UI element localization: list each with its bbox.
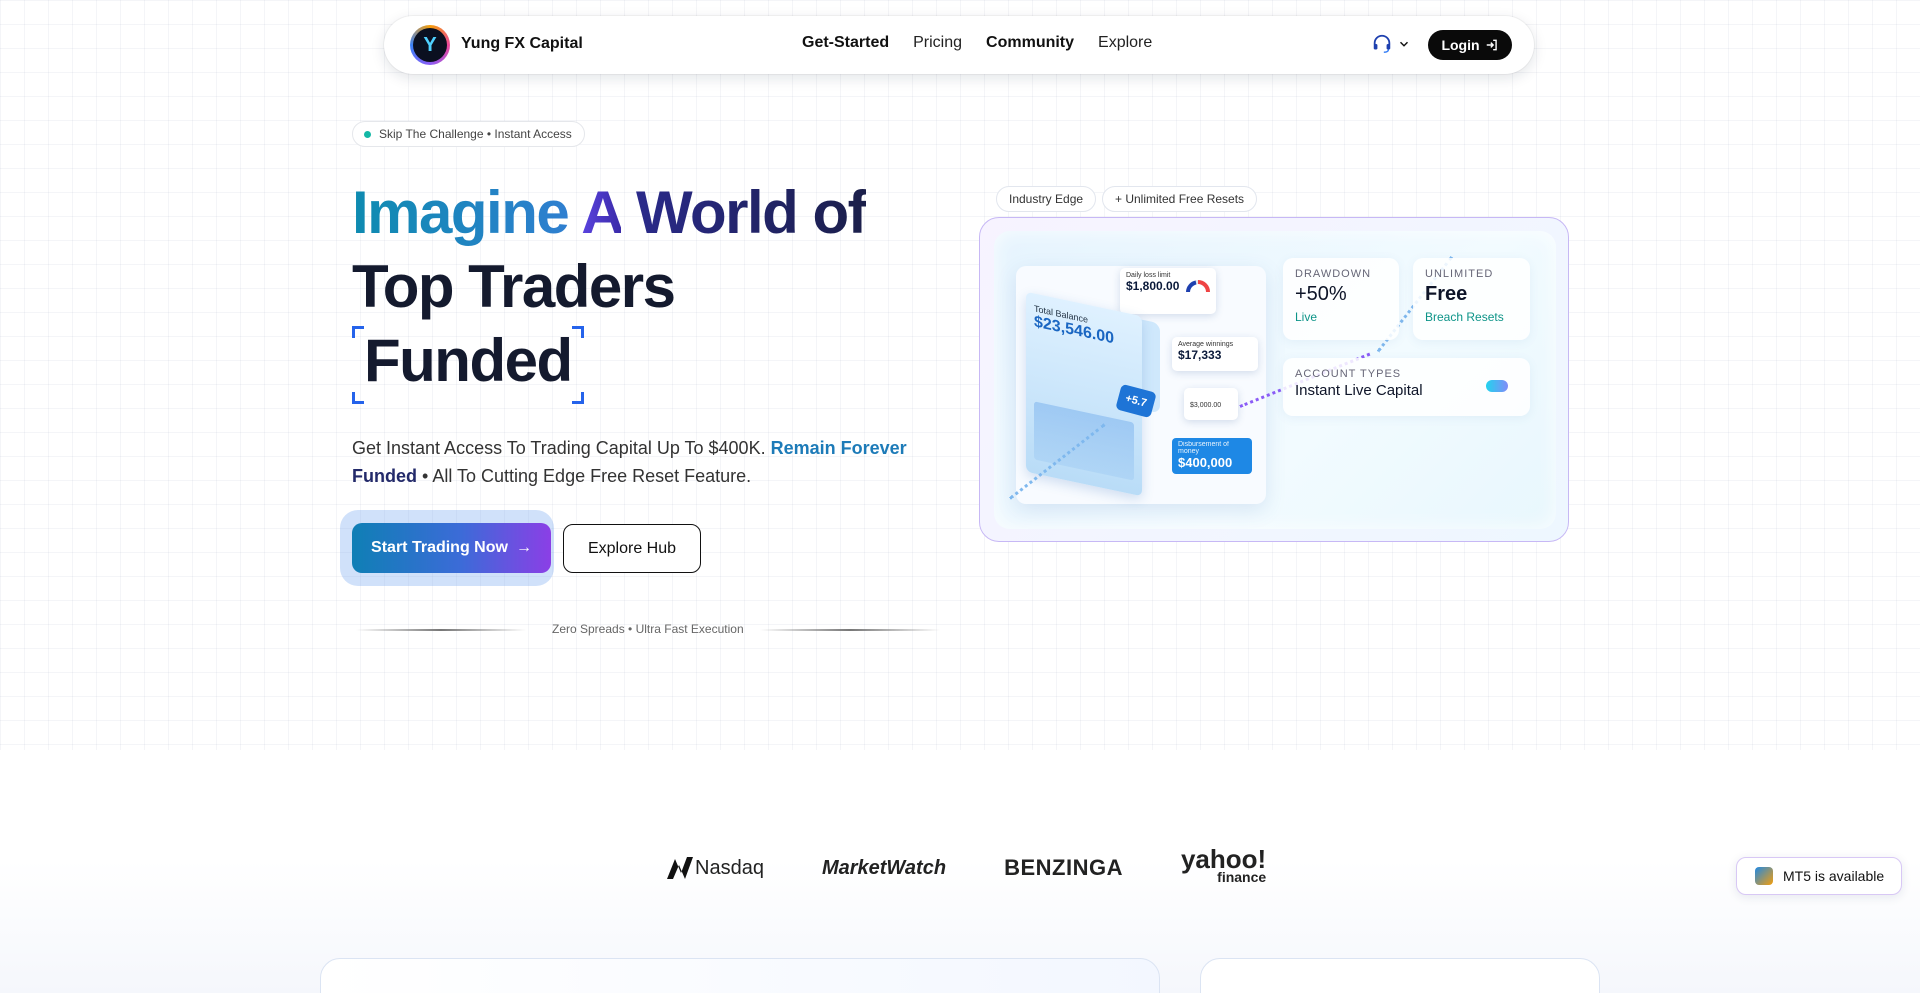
headline-funded-frame: Funded [352, 324, 584, 404]
subtitle-highlight-2: Funded [352, 466, 417, 486]
mt5-icon [1755, 867, 1773, 885]
gauge-icon [1186, 280, 1210, 293]
login-button[interactable]: Login [1428, 30, 1512, 60]
feature-panel-right [1200, 958, 1600, 993]
hero-badge-text: Skip The Challenge • Instant Access [379, 127, 572, 141]
small-value-widget: $3,000.00 [1184, 388, 1238, 420]
nav-link-community[interactable]: Community [986, 34, 1074, 52]
subtitle-part-2: • All To Cutting Edge Free Reset Feature… [422, 466, 752, 486]
payout-label: Disbursement of money [1178, 441, 1229, 455]
unlimited-caption: UNLIMITED [1425, 268, 1494, 280]
drawdown-value: +50% [1295, 283, 1347, 305]
start-trading-button[interactable]: Start Trading Now → [352, 523, 551, 573]
support-menu[interactable] [1371, 33, 1411, 55]
nav-link-pricing[interactable]: Pricing [913, 34, 962, 52]
top-navbar: Y Yung FX Capital Get-Started Pricing Co… [384, 16, 1534, 74]
account-types-stat: ACCOUNT TYPES Instant Live Capital [1283, 358, 1530, 416]
account-types-value: Instant Live Capital [1295, 382, 1423, 399]
nav-link-explore[interactable]: Explore [1098, 34, 1152, 52]
feature-panel-left [320, 958, 1160, 993]
arrow-right-icon: → [515, 539, 532, 556]
login-icon [1486, 39, 1497, 51]
drawdown-caption: DRAWDOWN [1295, 268, 1372, 280]
headline-line-2: Top Traders [352, 253, 676, 320]
status-dot-icon [364, 131, 371, 138]
benzinga-logo: BENZINGA [1004, 855, 1123, 880]
nasdaq-text: Nasdaq [695, 856, 764, 879]
hero-subtitle: Get Instant Access To Trading Capital Up… [352, 434, 912, 490]
headline-word-a: A [581, 179, 622, 246]
avg-winnings-widget: Average winnings $17,333 [1172, 337, 1258, 371]
daily-loss-widget: Daily loss limit $1,800.00 [1120, 268, 1216, 314]
toggle-icon [1486, 380, 1508, 392]
nasdaq-mark-icon [667, 857, 693, 879]
headset-icon [1373, 34, 1391, 53]
hero-badge: Skip The Challenge • Instant Access [352, 121, 585, 147]
brand-logo-letter: Y [413, 28, 447, 62]
divider-left [356, 629, 526, 631]
start-trading-label: Start Trading Now [371, 539, 508, 556]
explore-hub-button[interactable]: Explore Hub [563, 524, 701, 573]
login-label: Login [1441, 37, 1480, 53]
small-value: $3,000.00 [1190, 402, 1222, 409]
subtitle-highlight-1: Remain Forever [770, 438, 907, 458]
yahoo-finance-logo: yahoo! finance [1181, 846, 1266, 886]
payout-widget: Disbursement of money $400,000 [1172, 438, 1252, 474]
drawdown-foot: Live [1295, 310, 1318, 324]
hero-headline: Imagine A World of Top Traders Funded [352, 176, 868, 404]
headline-line-3: Funded [364, 327, 573, 394]
brand-logo[interactable]: Y [410, 25, 450, 65]
headline-word-imagine: Imagine [352, 179, 570, 246]
brand-name[interactable]: Yung FX Capital [461, 35, 583, 53]
account-types-caption: ACCOUNT TYPES [1295, 368, 1402, 380]
nasdaq-logo: Nasdaq [665, 855, 764, 881]
divider-text: Zero Spreads • Ultra Fast Execution [552, 622, 744, 636]
nav-link-get-started[interactable]: Get-Started [802, 34, 889, 52]
unlimited-stat: UNLIMITED Free Breach Resets [1413, 258, 1530, 340]
marketwatch-logo: MarketWatch [821, 856, 947, 879]
divider-right [760, 629, 940, 631]
avg-winnings-value: $17,333 [1178, 348, 1222, 362]
grid-background [0, 0, 1920, 750]
unlimited-value: Free [1425, 283, 1468, 305]
tag-industry-edge: Industry Edge [996, 186, 1097, 212]
avg-winnings-label: Average winnings [1178, 341, 1234, 348]
press-logos: Nasdaq MarketWatch BENZINGA yahoo! finan… [665, 846, 1324, 886]
headline-word-world: World of [635, 179, 868, 246]
unlimited-foot: Breach Resets [1425, 310, 1504, 324]
mt5-available-badge[interactable]: MT5 is available [1736, 857, 1902, 895]
drawdown-stat: DRAWDOWN +50% Live [1283, 258, 1399, 340]
nav-links: Get-Started Pricing Community Explore [802, 34, 1152, 52]
explore-hub-label: Explore Hub [587, 539, 677, 557]
chevron-down-icon [1399, 41, 1409, 47]
mt5-label: MT5 is available [1783, 868, 1885, 884]
payout-value: $400,000 [1178, 455, 1233, 470]
subtitle-part-1: Get Instant Access To Trading Capital Up… [352, 438, 766, 458]
tag-unlimited-resets: + Unlimited Free Resets [1102, 186, 1258, 212]
